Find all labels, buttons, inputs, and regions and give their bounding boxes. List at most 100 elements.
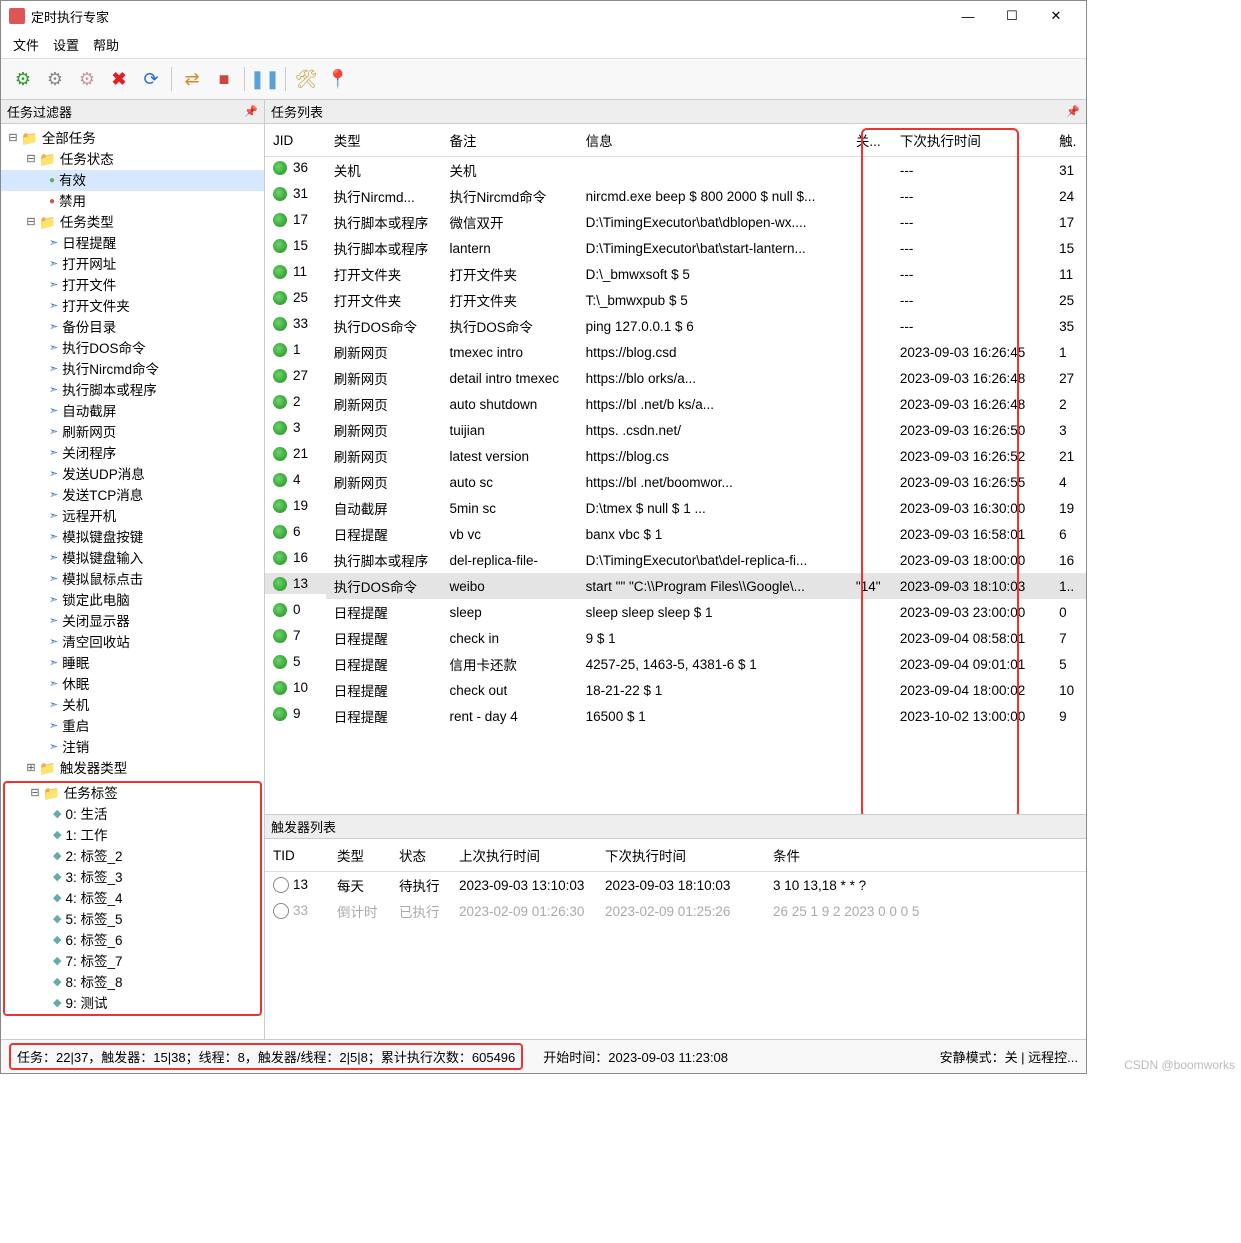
tree-tasktype-item[interactable]: ➣模拟键盘按键 [1, 527, 264, 548]
task-row[interactable]: 6日程提醒vb vcbanx vbc $ 12023-09-03 16:58:0… [265, 521, 1086, 547]
close-button[interactable]: ✕ [1034, 1, 1078, 31]
tree-status-disabled[interactable]: ●禁用 [1, 191, 264, 212]
task-table[interactable]: JID 类型 备注 信息 关... 下次执行时间 触. 36关机关机---313… [265, 124, 1086, 729]
task-row[interactable]: 17执行脚本或程序微信双开D:\TimingExecutor\bat\dblop… [265, 209, 1086, 235]
tree-tasktype-item[interactable]: ➣远程开机 [1, 506, 264, 527]
tree-tasktype-item[interactable]: ➣备份目录 [1, 317, 264, 338]
tree-tasktype-item[interactable]: ➣重启 [1, 716, 264, 737]
tcol-type[interactable]: 类型 [329, 839, 391, 872]
tree-tag-item[interactable]: ◆1: 工作 [5, 825, 260, 846]
tb-swap-icon[interactable]: ⇄ [179, 66, 205, 92]
task-row[interactable]: 21刷新网页latest versionhttps://blog.cs2023-… [265, 443, 1086, 469]
tree-status[interactable]: ⊟📁任务状态 [1, 149, 264, 170]
tree-tasktype-item[interactable]: ➣发送UDP消息 [1, 464, 264, 485]
tree-tasktype-item[interactable]: ➣刷新网页 [1, 422, 264, 443]
task-row[interactable]: 4刷新网页auto schttps://bl .net/boomwor...20… [265, 469, 1086, 495]
tree-tag-item[interactable]: ◆9: 测试 [5, 993, 260, 1014]
tb-stop-icon[interactable]: ■ [211, 66, 237, 92]
menu-settings[interactable]: 设置 [53, 35, 79, 54]
tree-tag-item[interactable]: ◆2: 标签_2 [5, 846, 260, 867]
task-row[interactable]: 1刷新网页tmexec introhttps://blog.csd2023-09… [265, 339, 1086, 365]
tb-pause-icon[interactable]: ❚❚ [252, 66, 278, 92]
maximize-button[interactable]: ☐ [990, 1, 1034, 31]
menu-help[interactable]: 帮助 [93, 35, 119, 54]
trigger-row[interactable]: 13每天待执行2023-09-03 13:10:032023-09-03 18:… [265, 872, 1086, 899]
task-status-icon [273, 369, 287, 383]
tb-gear2-icon[interactable]: ⚙ [74, 66, 100, 92]
tree-tasktype-item[interactable]: ➣睡眠 [1, 653, 264, 674]
tb-pin-icon[interactable]: 📍 [325, 66, 351, 92]
menu-file[interactable]: 文件 [13, 35, 39, 54]
task-row[interactable]: 7日程提醒check in9 $ 12023-09-04 08:58:017 [265, 625, 1086, 651]
tree-tasktype-item[interactable]: ➣注销 [1, 737, 264, 758]
tree-tasktype-item[interactable]: ➣执行DOS命令 [1, 338, 264, 359]
tree-tasktypes[interactable]: ⊟📁任务类型 [1, 212, 264, 233]
col-info[interactable]: 信息 [578, 124, 848, 157]
trigger-table[interactable]: TID 类型 状态 上次执行时间 下次执行时间 条件 13每天待执行2023-0… [265, 839, 1086, 924]
tcol-status[interactable]: 状态 [391, 839, 451, 872]
task-row[interactable]: 13执行DOS命令weibostart "" "C:\\Program File… [265, 573, 1086, 599]
tree-tasktype-item[interactable]: ➣执行Nircmd命令 [1, 359, 264, 380]
task-row[interactable]: 3刷新网页tuijianhttps. .csdn.net/2023-09-03 … [265, 417, 1086, 443]
col-type[interactable]: 类型 [326, 124, 442, 157]
task-row[interactable]: 5日程提醒信用卡还款4257-25, 1463-5, 4381-6 $ 1202… [265, 651, 1086, 677]
tb-refresh-icon[interactable]: ⟳ [138, 66, 164, 92]
tcol-last[interactable]: 上次执行时间 [451, 839, 597, 872]
col-next[interactable]: 下次执行时间 [892, 124, 1051, 157]
tb-gear-icon[interactable]: ⚙ [42, 66, 68, 92]
tree-tasktype-item[interactable]: ➣执行脚本或程序 [1, 380, 264, 401]
tcol-next[interactable]: 下次执行时间 [597, 839, 765, 872]
tb-delete-icon[interactable]: ✖ [106, 66, 132, 92]
task-row[interactable]: 16执行脚本或程序del-replica-file-D:\TimingExecu… [265, 547, 1086, 573]
task-row[interactable]: 15执行脚本或程序lanternD:\TimingExecutor\bat\st… [265, 235, 1086, 261]
tree-tag-item[interactable]: ◆8: 标签_8 [5, 972, 260, 993]
tree-tag-item[interactable]: ◆6: 标签_6 [5, 930, 260, 951]
tree-tasktype-item[interactable]: ➣关机 [1, 695, 264, 716]
tree-tag-item[interactable]: ◆5: 标签_5 [5, 909, 260, 930]
tb-new-icon[interactable]: ⚙ [10, 66, 36, 92]
tree-tasktype-item[interactable]: ➣关闭显示器 [1, 611, 264, 632]
tree-tasktype-item[interactable]: ➣清空回收站 [1, 632, 264, 653]
tree-root[interactable]: ⊟📁全部任务 [1, 128, 264, 149]
tb-tool-icon[interactable]: 🛠 [293, 66, 319, 92]
tree-tasktype-item[interactable]: ➣休眠 [1, 674, 264, 695]
tree-tasktype-item[interactable]: ➣模拟鼠标点击 [1, 569, 264, 590]
tree-tasktype-item[interactable]: ➣打开文件 [1, 275, 264, 296]
col-jid[interactable]: JID [265, 124, 326, 157]
tree-tasktype-item[interactable]: ➣自动截屏 [1, 401, 264, 422]
task-row[interactable]: 33执行DOS命令执行DOS命令ping 127.0.0.1 $ 6---35 [265, 313, 1086, 339]
tcol-tid[interactable]: TID [265, 839, 329, 872]
tree-tags[interactable]: ⊟📁任务标签 [5, 783, 260, 804]
task-row[interactable]: 2刷新网页auto shutdownhttps://bl .net/b ks/a… [265, 391, 1086, 417]
col-trg[interactable]: 触. [1051, 124, 1086, 157]
tree-tag-item[interactable]: ◆0: 生活 [5, 804, 260, 825]
minimize-button[interactable]: — [946, 1, 990, 31]
tree-tag-item[interactable]: ◆7: 标签_7 [5, 951, 260, 972]
pin-icon[interactable]: 📌 [244, 105, 258, 118]
task-row[interactable]: 19自动截屏5min scD:\tmex $ null $ 1 ...2023-… [265, 495, 1086, 521]
task-row[interactable]: 25打开文件夹打开文件夹T:\_bmwxpub $ 5---25 [265, 287, 1086, 313]
task-row[interactable]: 31执行Nircmd...执行Nircmd命令nircmd.exe beep $… [265, 183, 1086, 209]
task-row[interactable]: 27刷新网页detail intro tmexechttps://blo ork… [265, 365, 1086, 391]
tree-status-enabled[interactable]: ●有效 [1, 170, 264, 191]
tree-tag-item[interactable]: ◆4: 标签_4 [5, 888, 260, 909]
tree-tasktype-item[interactable]: ➣打开网址 [1, 254, 264, 275]
tcol-cond[interactable]: 条件 [765, 839, 1086, 872]
tree-triggertypes[interactable]: ⊞📁触发器类型 [1, 758, 264, 779]
tree-tag-item[interactable]: ◆3: 标签_3 [5, 867, 260, 888]
tree-tasktype-item[interactable]: ➣关闭程序 [1, 443, 264, 464]
tree-tasktype-item[interactable]: ➣发送TCP消息 [1, 485, 264, 506]
tree-tasktype-item[interactable]: ➣日程提醒 [1, 233, 264, 254]
col-note[interactable]: 备注 [441, 124, 577, 157]
col-kw[interactable]: 关... [848, 124, 892, 157]
task-row[interactable]: 0日程提醒sleepsleep sleep sleep $ 12023-09-0… [265, 599, 1086, 625]
task-row[interactable]: 10日程提醒check out18-21-22 $ 12023-09-04 18… [265, 677, 1086, 703]
task-row[interactable]: 36关机关机---31 [265, 157, 1086, 184]
task-row[interactable]: 11打开文件夹打开文件夹D:\_bmwxsoft $ 5---11 [265, 261, 1086, 287]
task-row[interactable]: 9日程提醒rent - day 416500 $ 12023-10-02 13:… [265, 703, 1086, 729]
pin-icon[interactable]: 📌 [1066, 105, 1080, 118]
tree-tasktype-item[interactable]: ➣模拟键盘输入 [1, 548, 264, 569]
tree-tasktype-item[interactable]: ➣打开文件夹 [1, 296, 264, 317]
tree-tasktype-item[interactable]: ➣锁定此电脑 [1, 590, 264, 611]
trigger-row[interactable]: 33倒计时已执行2023-02-09 01:26:302023-02-09 01… [265, 898, 1086, 924]
